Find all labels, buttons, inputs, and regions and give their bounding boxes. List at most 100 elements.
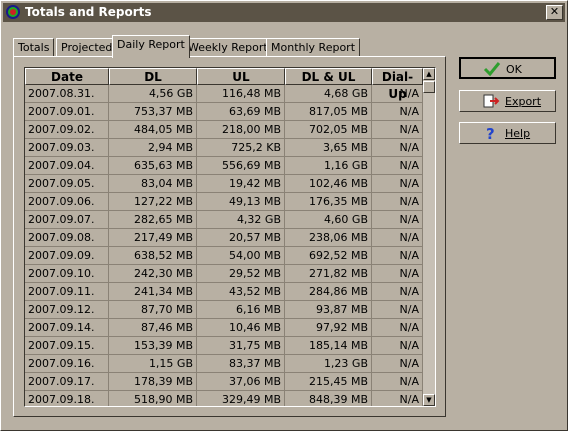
- table-row[interactable]: 2007.09.02. 484,05 MB 218,00 MB 702,05 MB N/…: [25, 121, 423, 139]
- close-button[interactable]: ✕: [546, 5, 563, 20]
- cell-dl: 2,94 MB: [109, 139, 197, 157]
- scroll-up-arrow-icon[interactable]: ▲: [423, 68, 435, 80]
- vertical-scrollbar[interactable]: ▲ ▼: [423, 68, 435, 406]
- cell-date: 2007.09.09.: [25, 247, 109, 265]
- cell-dl: 241,34 MB: [109, 283, 197, 301]
- cell-ul: 218,00 MB: [197, 121, 285, 139]
- tab-monthly-report[interactable]: Monthly Report: [266, 38, 361, 57]
- table-row[interactable]: 2007.08.31. 4,56 GB 116,48 MB 4,68 GB N/A: [25, 85, 423, 103]
- cell-ul: 83,37 MB: [197, 355, 285, 373]
- cell-date: 2007.09.14.: [25, 319, 109, 337]
- cell-dial-up: N/A: [372, 283, 423, 301]
- title-bar[interactable]: Totals and Reports ✕: [3, 3, 565, 22]
- help-button[interactable]: ? Help: [459, 122, 556, 144]
- cell-dl-ul: 3,65 MB: [285, 139, 372, 157]
- cell-dl: 127,22 MB: [109, 193, 197, 211]
- table-row[interactable]: 2007.09.09. 638,52 MB 54,00 MB 692,52 MB N/A: [25, 247, 423, 265]
- cell-date: 2007.08.31.: [25, 85, 109, 103]
- table-row[interactable]: 2007.09.03. 2,94 MB 725,2 KB 3,65 MB N/A: [25, 139, 423, 157]
- cell-dl: 242,30 MB: [109, 265, 197, 283]
- cell-dl-ul: 93,87 MB: [285, 301, 372, 319]
- table-row[interactable]: 2007.09.04. 635,63 MB 556,69 MB 1,16 GB N/A: [25, 157, 423, 175]
- cell-date: 2007.09.06.: [25, 193, 109, 211]
- tab-totals[interactable]: Totals: [13, 38, 55, 57]
- column-header-dial-up[interactable]: Dial-Up: [372, 68, 423, 101]
- cell-ul: 10,46 MB: [197, 319, 285, 337]
- column-header-dl-ul[interactable]: DL & UL: [285, 68, 372, 85]
- cell-dl-ul: 102,46 MB: [285, 175, 372, 193]
- table-row[interactable]: 2007.09.16. 1,15 GB 83,37 MB 1,23 GB N/A: [25, 355, 423, 373]
- cell-dl: 282,65 MB: [109, 211, 197, 229]
- table-row[interactable]: 2007.09.17. 178,39 MB 37,06 MB 215,45 MB N/A: [25, 373, 423, 391]
- cell-date: 2007.09.07.: [25, 211, 109, 229]
- cell-dial-up: N/A: [372, 121, 423, 139]
- cell-dl: 217,49 MB: [109, 229, 197, 247]
- help-question-icon: ?: [486, 125, 495, 141]
- cell-dial-up: N/A: [372, 229, 423, 247]
- cell-date: 2007.09.05.: [25, 175, 109, 193]
- table-row[interactable]: 2007.09.05. 83,04 MB 19,42 MB 102,46 MB N/A: [25, 175, 423, 193]
- help-button-label: Help: [505, 127, 531, 140]
- cell-dial-up: N/A: [372, 337, 423, 355]
- export-button-label: Export: [505, 95, 542, 108]
- cell-ul: 19,42 MB: [197, 175, 285, 193]
- cell-ul: 556,69 MB: [197, 157, 285, 175]
- table-row[interactable]: 2007.09.12. 87,70 MB 6,16 MB 93,87 MB N/A: [25, 301, 423, 319]
- cell-date: 2007.09.01.: [25, 103, 109, 121]
- cell-dial-up: N/A: [372, 355, 423, 373]
- cell-date: 2007.09.16.: [25, 355, 109, 373]
- table-row[interactable]: 2007.09.15. 153,39 MB 31,75 MB 185,14 MB N/A: [25, 337, 423, 355]
- cell-date: 2007.09.11.: [25, 283, 109, 301]
- cell-dl-ul: 97,92 MB: [285, 319, 372, 337]
- export-icon: [483, 94, 500, 108]
- cell-dl-ul: 271,82 MB: [285, 265, 372, 283]
- cell-dl: 4,56 GB: [109, 85, 197, 103]
- cell-date: 2007.09.15.: [25, 337, 109, 355]
- table-row[interactable]: 2007.09.08. 217,49 MB 20,57 MB 238,06 MB N/A: [25, 229, 423, 247]
- column-header-date[interactable]: Date: [25, 68, 109, 85]
- cell-ul: 20,57 MB: [197, 229, 285, 247]
- window-title: Totals and Reports: [25, 5, 152, 19]
- cell-dl-ul: 185,14 MB: [285, 337, 372, 355]
- cell-ul: 31,75 MB: [197, 337, 285, 355]
- cell-date: 2007.09.04.: [25, 157, 109, 175]
- cell-dl: 638,52 MB: [109, 247, 197, 265]
- cell-dl: 1,15 GB: [109, 355, 197, 373]
- cell-date: 2007.09.18.: [25, 391, 109, 406]
- cell-dial-up: N/A: [372, 175, 423, 193]
- scroll-thumb[interactable]: [423, 81, 435, 93]
- cell-ul: 37,06 MB: [197, 373, 285, 391]
- table-row[interactable]: 2007.09.06. 127,22 MB 49,13 MB 176,35 MB N/A: [25, 193, 423, 211]
- table-row[interactable]: 2007.09.18. 518,90 MB 329,49 MB 848,39 MB N/…: [25, 391, 423, 406]
- table-row[interactable]: 2007.09.10. 242,30 MB 29,52 MB 271,82 MB N/A: [25, 265, 423, 283]
- column-header-dl[interactable]: DL: [109, 68, 197, 85]
- ok-button[interactable]: OK: [459, 57, 556, 79]
- export-button[interactable]: Export: [459, 90, 556, 112]
- tab-weekly-report[interactable]: Weekly Report: [183, 38, 273, 57]
- cell-ul: 4,32 GB: [197, 211, 285, 229]
- table-row[interactable]: 2007.09.11. 241,34 MB 43,52 MB 284,86 MB N/A: [25, 283, 423, 301]
- cell-dial-up: N/A: [372, 247, 423, 265]
- cell-dl: 518,90 MB: [109, 391, 197, 406]
- cell-dial-up: N/A: [372, 319, 423, 337]
- target-icon: [6, 5, 20, 19]
- ok-button-label: OK: [506, 63, 522, 76]
- column-header-ul[interactable]: UL: [197, 68, 285, 85]
- tab-projected[interactable]: Projected: [56, 38, 118, 57]
- cell-dial-up: N/A: [372, 157, 423, 175]
- scroll-down-arrow-icon[interactable]: ▼: [423, 394, 435, 406]
- daily-report-table[interactable]: Date DL UL DL & UL Dial-Up 2007.08.31. 4,…: [24, 67, 436, 407]
- table-row[interactable]: 2007.09.14. 87,46 MB 10,46 MB 97,92 MB N/A: [25, 319, 423, 337]
- checkmark-icon: [483, 62, 501, 77]
- cell-dial-up: N/A: [372, 211, 423, 229]
- tab-daily-report[interactable]: Daily Report: [112, 35, 190, 58]
- cell-date: 2007.09.08.: [25, 229, 109, 247]
- cell-dl-ul: 176,35 MB: [285, 193, 372, 211]
- cell-dl-ul: 848,39 MB: [285, 391, 372, 406]
- cell-dial-up: N/A: [372, 301, 423, 319]
- table-row[interactable]: 2007.09.07. 282,65 MB 4,32 GB 4,60 GB N/A: [25, 211, 423, 229]
- cell-dial-up: N/A: [372, 265, 423, 283]
- cell-date: 2007.09.12.: [25, 301, 109, 319]
- cell-date: 2007.09.17.: [25, 373, 109, 391]
- table-row[interactable]: 2007.09.01. 753,37 MB 63,69 MB 817,05 MB N/A: [25, 103, 423, 121]
